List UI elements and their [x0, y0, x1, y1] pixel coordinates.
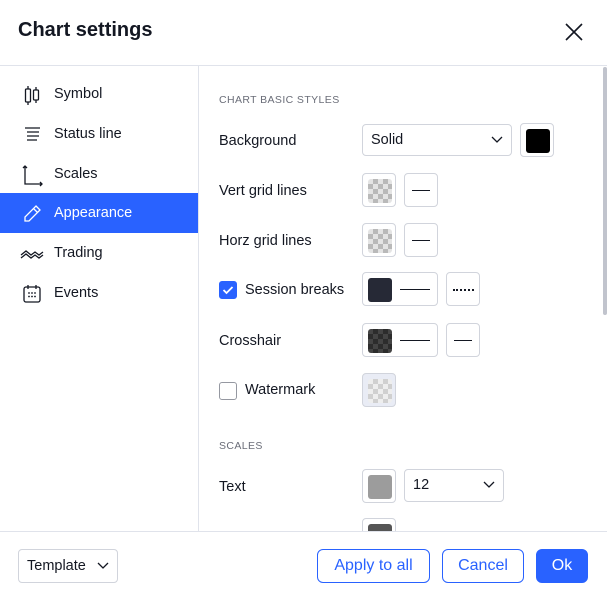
crosshair-line-style-button[interactable]	[446, 323, 480, 357]
close-icon	[565, 23, 583, 41]
line-style-icon	[454, 340, 472, 341]
vert-grid-line-style-button[interactable]	[404, 173, 438, 207]
text-size-value: 12	[413, 477, 430, 493]
settings-content: CHART BASIC STYLES Background Solid Vert…	[199, 66, 603, 531]
line-width-icon	[400, 340, 430, 341]
vert-grid-label: Vert grid lines	[219, 183, 307, 199]
sidebar-item-label: Events	[54, 285, 99, 301]
sidebar-item-symbol[interactable]: Symbol	[0, 74, 198, 114]
background-select[interactable]: Solid	[362, 124, 512, 156]
chart-settings-dialog: Chart settings Symbol Status line Scales…	[0, 0, 607, 596]
dialog-title: Chart settings	[18, 19, 153, 41]
content-scrollbar[interactable]	[603, 67, 607, 315]
text-color-button[interactable]	[362, 469, 396, 503]
text-color-swatch	[368, 475, 392, 499]
section-title-basic: CHART BASIC STYLES	[219, 94, 340, 106]
watermark-color-swatch	[368, 379, 392, 403]
horz-grid-color-button[interactable]	[362, 223, 396, 257]
session-breaks-line-style-button[interactable]	[446, 272, 480, 306]
text-size-select[interactable]: 12	[404, 469, 504, 502]
line-style-icon	[412, 190, 430, 191]
chevron-down-icon	[97, 562, 109, 569]
sidebar-item-events[interactable]: Events	[0, 273, 198, 313]
line-width-icon	[400, 289, 430, 290]
watermark-checkbox[interactable]	[219, 382, 237, 400]
template-dropdown[interactable]: Template	[18, 549, 118, 583]
cancel-button[interactable]: Cancel	[442, 549, 524, 583]
lines-color-swatch	[368, 524, 392, 531]
background-color-swatch	[526, 129, 550, 153]
session-breaks-color-swatch	[368, 278, 392, 302]
ok-button[interactable]: Ok	[536, 549, 588, 583]
sidebar-item-trading[interactable]: Trading	[0, 233, 198, 273]
vert-grid-color-swatch	[368, 179, 392, 203]
pencil-icon	[20, 202, 44, 226]
dotted-line-icon	[453, 289, 474, 291]
section-title-scales: SCALES	[219, 440, 263, 452]
crosshair-label: Crosshair	[219, 333, 282, 349]
apply-to-all-button[interactable]: Apply to all	[317, 549, 430, 583]
trading-icon	[20, 242, 44, 266]
lines-color-button[interactable]	[362, 518, 396, 531]
text-label: Text	[219, 479, 246, 495]
sidebar-item-appearance[interactable]: Appearance	[0, 193, 198, 233]
sidebar-item-label: Trading	[54, 245, 103, 261]
crosshair-color-button[interactable]	[362, 323, 438, 357]
sidebar-item-label: Scales	[54, 166, 98, 182]
background-select-value: Solid	[371, 132, 404, 148]
vert-grid-color-button[interactable]	[362, 173, 396, 207]
session-breaks-label: Session breaks	[245, 282, 345, 298]
sidebar-item-label: Status line	[54, 126, 122, 142]
scales-icon	[20, 163, 44, 187]
settings-sidebar: Symbol Status line Scales Appearance Tra…	[0, 66, 199, 531]
session-breaks-checkbox[interactable]	[219, 281, 237, 299]
sidebar-item-scales[interactable]: Scales	[0, 154, 198, 194]
close-button[interactable]	[562, 20, 586, 44]
dialog-header: Chart settings	[0, 0, 607, 66]
dialog-footer: Template Apply to all Cancel Ok	[0, 531, 607, 596]
session-breaks-color-button[interactable]	[362, 272, 438, 306]
horz-grid-line-style-button[interactable]	[404, 223, 438, 257]
calendar-icon	[20, 282, 44, 306]
watermark-label: Watermark	[245, 382, 316, 398]
sidebar-item-label: Symbol	[54, 86, 103, 102]
checkmark-icon	[222, 286, 234, 295]
background-color-button[interactable]	[520, 123, 554, 157]
status-line-icon	[20, 123, 44, 147]
watermark-color-button[interactable]	[362, 373, 396, 407]
horz-grid-color-swatch	[368, 229, 392, 253]
sidebar-item-status-line[interactable]: Status line	[0, 114, 198, 154]
horz-grid-label: Horz grid lines	[219, 233, 312, 249]
candlestick-icon	[20, 83, 44, 107]
crosshair-color-swatch	[368, 329, 392, 353]
template-label: Template	[27, 558, 86, 574]
chevron-down-icon	[483, 481, 495, 488]
line-style-icon	[412, 240, 430, 241]
sidebar-item-label: Appearance	[54, 205, 133, 221]
background-label: Background	[219, 133, 297, 149]
chevron-down-icon	[491, 136, 503, 143]
